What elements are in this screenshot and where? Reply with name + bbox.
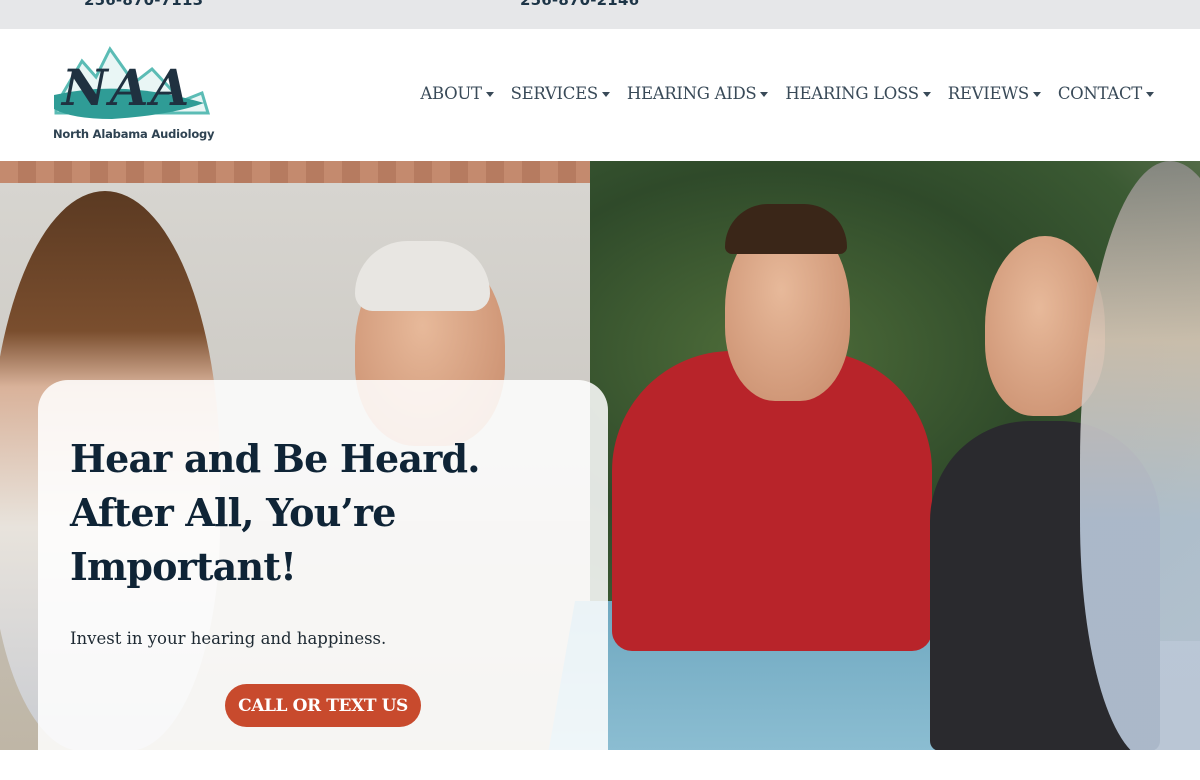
- nav-hearing-aids-label: HEARING AIDS: [626, 84, 757, 103]
- nav-hearing-loss[interactable]: HEARING LOSS: [785, 84, 931, 103]
- nav-contact-label: CONTACT: [1057, 84, 1142, 103]
- nav-about-label: ABOUT: [420, 84, 482, 103]
- nav-about[interactable]: ABOUT: [420, 84, 494, 103]
- chevron-down-icon: [1032, 91, 1041, 97]
- main-navigation: ABOUT SERVICES HEARING AIDS HEARING LOSS…: [420, 84, 1154, 103]
- nav-services[interactable]: SERVICES: [511, 84, 610, 103]
- svg-text:NAA: NAA: [60, 58, 191, 117]
- brand-name: North Alabama Audiology: [53, 127, 215, 141]
- top-contact-bar: 256-870-7113 256-870-2146: [0, 0, 1200, 29]
- person-woman-older-hair: [355, 241, 490, 311]
- phone-number-link[interactable]: 256-870-7113: [84, 0, 203, 9]
- chevron-down-icon: [922, 91, 931, 97]
- nav-reviews[interactable]: REVIEWS: [948, 84, 1041, 103]
- site-header: NAA North Alabama Audiology ABOUT SERVIC…: [0, 29, 1200, 161]
- chevron-down-icon: [1146, 91, 1154, 97]
- logo-mark-icon: NAA: [54, 46, 211, 119]
- person-man-red-shirt-hair: [725, 204, 847, 254]
- hero-headline: Hear and Be Heard. After All, You’re Imp…: [70, 436, 480, 589]
- chevron-down-icon: [601, 91, 610, 97]
- nav-contact[interactable]: CONTACT: [1058, 84, 1154, 103]
- nav-reviews-label: REVIEWS: [947, 84, 1029, 103]
- nav-hearing-aids[interactable]: HEARING AIDS: [627, 84, 769, 103]
- nav-hearing-loss-label: HEARING LOSS: [785, 84, 919, 103]
- call-or-text-button[interactable]: CALL OR TEXT US: [225, 684, 421, 727]
- phone-number-link-secondary[interactable]: 256-870-2146: [520, 0, 639, 9]
- nav-services-label: SERVICES: [510, 84, 599, 103]
- brand-logo[interactable]: NAA North Alabama Audiology: [52, 43, 215, 147]
- hero-subtext: Invest in your hearing and happiness.: [70, 629, 387, 648]
- chevron-down-icon: [485, 91, 494, 97]
- hero-roof: [0, 161, 600, 183]
- chevron-down-icon: [760, 91, 769, 97]
